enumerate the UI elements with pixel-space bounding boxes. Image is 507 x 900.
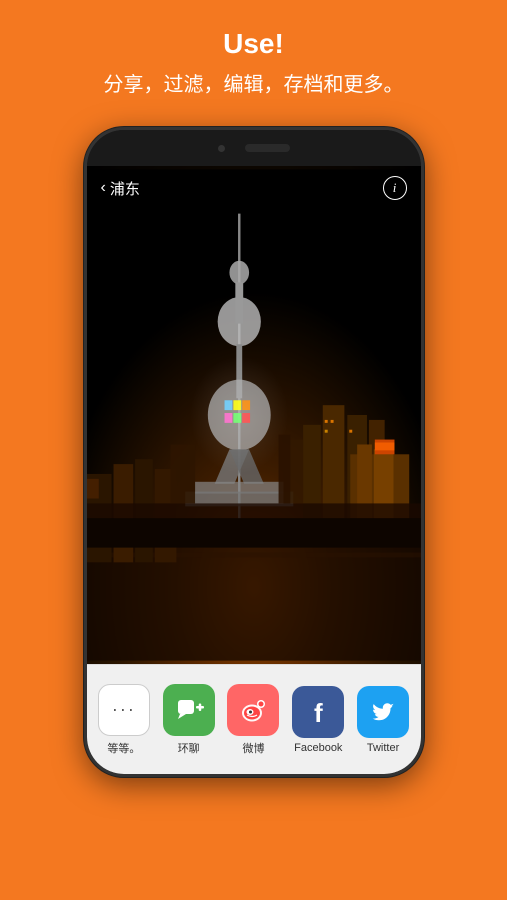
back-button[interactable]: ‹ 浦东 — [101, 178, 140, 199]
more-dots-icon: ··· — [112, 699, 136, 720]
facebook-icon-wrap: f — [292, 686, 344, 738]
phone-mockup: ‹ 浦东 i — [84, 127, 424, 777]
location-label: 浦东 — [110, 178, 140, 199]
screen-header: ‹ 浦东 i — [87, 166, 421, 210]
share-label-more: 等等。 — [107, 740, 140, 756]
share-sheet: ··· 等等。 — [87, 664, 421, 774]
city-photo — [87, 166, 421, 664]
camera-dot — [218, 145, 225, 152]
share-item-twitter[interactable]: Twitter — [354, 686, 412, 754]
twitter-icon-wrap — [357, 686, 409, 738]
phone-body: ‹ 浦东 i — [84, 127, 424, 777]
phone-screen: ‹ 浦东 i — [87, 166, 421, 774]
share-label-facebook: Facebook — [294, 742, 342, 754]
top-section: Use! 分享，过滤，编辑，存档和更多。 — [0, 0, 507, 117]
svg-text:f: f — [314, 698, 323, 728]
phone-top-bar — [87, 130, 421, 166]
more-icon-wrap: ··· — [98, 684, 150, 736]
googleplus-icon-wrap — [163, 684, 215, 736]
speaker — [245, 144, 290, 152]
share-item-googleplus[interactable]: 环聊 — [160, 684, 218, 756]
weibo-icon-wrap — [227, 684, 279, 736]
share-label-twitter: Twitter — [367, 742, 399, 754]
headline: Use! — [223, 28, 284, 60]
info-icon: i — [393, 180, 397, 196]
share-label-weibo: 微博 — [242, 740, 264, 756]
share-item-more[interactable]: ··· 等等。 — [95, 684, 153, 756]
share-item-weibo[interactable]: 微博 — [224, 684, 282, 756]
info-button[interactable]: i — [383, 176, 407, 200]
share-item-facebook[interactable]: f Facebook — [289, 686, 347, 754]
subtitle: 分享，过滤，编辑，存档和更多。 — [104, 68, 404, 97]
back-chevron-icon: ‹ — [101, 179, 106, 197]
share-label-googleplus: 环聊 — [178, 740, 200, 756]
